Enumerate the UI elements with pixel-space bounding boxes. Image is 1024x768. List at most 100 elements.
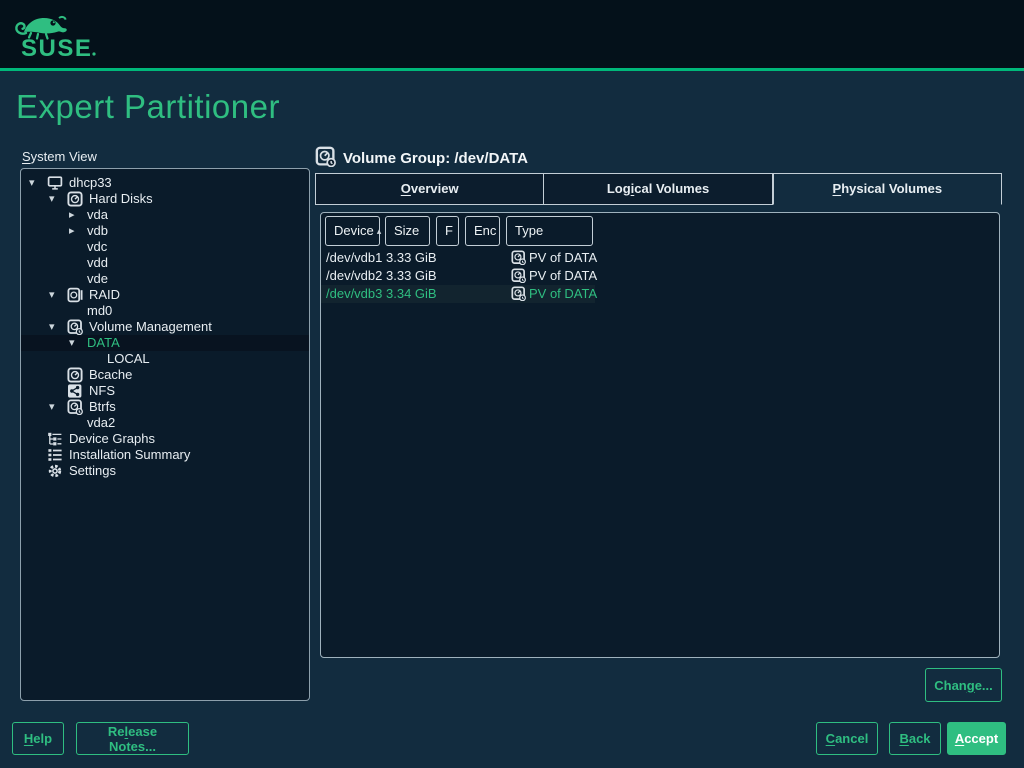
cell-size: 3.33 GiB (386, 267, 437, 285)
tree-item-vde[interactable]: vde (21, 271, 309, 287)
tree-item-label: Btrfs (89, 399, 116, 415)
tab-label: Physical Volumes (833, 181, 943, 196)
system-view-label: System View (22, 149, 97, 164)
chevron-down-icon[interactable]: ▾ (69, 335, 87, 351)
tree-item-vdd[interactable]: vdd (21, 255, 309, 271)
chevron-down-icon[interactable]: ▾ (29, 175, 47, 191)
tree-item-vda[interactable]: ▸vda (21, 207, 309, 223)
expert-partitioner-window: SUSE Expert Partitioner System View ▾dhc… (0, 0, 1024, 768)
tab-overview[interactable]: Overview (315, 173, 544, 205)
tree-item-label: Bcache (89, 367, 132, 383)
tree-item-label: DATA (87, 335, 120, 351)
table-row-dev-vdb3[interactable]: /dev/vdb33.34 GiB PV of DATA (321, 285, 595, 303)
tree-item-device-graphs[interactable]: Device Graphs (21, 431, 309, 447)
tree-item-settings[interactable]: Settings (21, 463, 309, 479)
computer-icon (47, 175, 69, 191)
release-notes-button[interactable]: Release Notes... (76, 722, 189, 755)
raid-icon (67, 287, 89, 303)
tree-item-label: vda (87, 207, 108, 223)
column-header-type[interactable]: Type (506, 216, 593, 246)
sort-ascending-icon: ▴ (377, 226, 382, 236)
help-button[interactable]: Help (12, 722, 64, 755)
physical-volumes-table: Device▴SizeFEncType /dev/vdb13.33 GiB PV … (320, 212, 1000, 658)
tree-item-md0[interactable]: md0 (21, 303, 309, 319)
tree-item-vdc[interactable]: vdc (21, 239, 309, 255)
accept-button[interactable]: Accept (947, 722, 1006, 755)
chevron-right-icon[interactable]: ▸ (69, 223, 87, 239)
column-header-f[interactable]: F (436, 216, 459, 246)
cancel-button[interactable]: Cancel (816, 722, 878, 755)
tree-item-label: Installation Summary (69, 447, 190, 463)
tree-item-installation-summary[interactable]: Installation Summary (21, 447, 309, 463)
tab-label: Logical Volumes (607, 181, 709, 196)
tree-item-label: vda2 (87, 415, 115, 431)
tree-item-label: dhcp33 (69, 175, 112, 191)
tab-physical-volumes[interactable]: Physical Volumes (773, 173, 1002, 205)
back-button[interactable]: Back (889, 722, 941, 755)
chevron-right-icon[interactable]: ▸ (69, 207, 87, 223)
tab-label: Overview (401, 181, 459, 196)
tab-logical-volumes[interactable]: Logical Volumes (544, 173, 772, 205)
lvm-icon (67, 319, 89, 335)
tree-item-local[interactable]: LOCAL (21, 351, 309, 367)
top-banner: SUSE (0, 0, 1024, 68)
change-button[interactable]: Change... (925, 668, 1002, 702)
tab-bar: Overview Logical Volumes Physical Volumes (315, 173, 1002, 205)
chevron-down-icon[interactable]: ▾ (49, 191, 67, 207)
tree-item-label: vdc (87, 239, 107, 255)
lvm-icon (511, 286, 526, 306)
tree-item-dhcp33[interactable]: ▾ dhcp33 (21, 175, 309, 191)
page-title: Expert Partitioner (16, 88, 280, 126)
table-body: /dev/vdb13.33 GiB PV of DATA/dev/vdb23.33… (321, 249, 999, 303)
suse-logo: SUSE (12, 8, 108, 62)
tree-item-label: Device Graphs (69, 431, 155, 447)
tree-item-label: LOCAL (107, 351, 150, 367)
column-header-enc[interactable]: Enc (465, 216, 500, 246)
tree-item-label: RAID (89, 287, 120, 303)
tree-item-volume-management[interactable]: ▾ Volume Management (21, 319, 309, 335)
table-row-dev-vdb2[interactable]: /dev/vdb23.33 GiB PV of DATA (321, 267, 595, 285)
table-header: Device▴SizeFEncType (321, 213, 999, 249)
chevron-down-icon[interactable]: ▾ (49, 287, 67, 303)
tree-item-label: vdb (87, 223, 108, 239)
lvm-icon (315, 146, 336, 170)
tree-item-label: vdd (87, 255, 108, 271)
disk-icon (67, 191, 89, 207)
tree-item-label: md0 (87, 303, 112, 319)
table-row-dev-vdb1[interactable]: /dev/vdb13.33 GiB PV of DATA (321, 249, 595, 267)
cell-device: /dev/vdb3 (326, 285, 382, 303)
cell-device: /dev/vdb2 (326, 267, 382, 285)
tree-item-label: Hard Disks (89, 191, 153, 207)
panel-title: Volume Group: /dev/DATA (343, 150, 528, 167)
tree-item-vdb[interactable]: ▸vdb (21, 223, 309, 239)
tree-item-label: vde (87, 271, 108, 287)
tree-item-hard-disks[interactable]: ▾ Hard Disks (21, 191, 309, 207)
cell-size: 3.34 GiB (386, 285, 437, 303)
tree-item-vda2[interactable]: vda2 (21, 415, 309, 431)
cell-size: 3.33 GiB (386, 249, 437, 267)
chevron-down-icon[interactable]: ▾ (49, 319, 67, 335)
disk-icon (67, 367, 89, 383)
nfs-icon (67, 383, 89, 399)
tree-item-bcache[interactable]: Bcache (21, 367, 309, 383)
tree-item-data[interactable]: ▾DATA (21, 335, 309, 351)
panel-header: Volume Group: /dev/DATA (315, 146, 528, 170)
suse-wordmark: SUSE (21, 35, 92, 62)
cell-device: /dev/vdb1 (326, 249, 382, 267)
brand-divider (0, 68, 1024, 71)
chevron-down-icon[interactable]: ▾ (49, 399, 67, 415)
tree-item-raid[interactable]: ▾ RAID (21, 287, 309, 303)
graph-icon (47, 431, 69, 447)
tree-item-btrfs[interactable]: ▾ Btrfs (21, 399, 309, 415)
summary-icon (47, 447, 69, 463)
cell-type: PV of DATA (529, 267, 597, 285)
cell-type: PV of DATA (529, 249, 597, 267)
lvm-icon (67, 399, 89, 415)
tree-item-label: Volume Management (89, 319, 212, 335)
tree-item-label: Settings (69, 463, 116, 479)
cell-type: PV of DATA (529, 285, 597, 303)
column-header-size[interactable]: Size (385, 216, 430, 246)
tree-item-label: NFS (89, 383, 115, 399)
column-header-device[interactable]: Device▴ (325, 216, 380, 246)
tree-item-nfs[interactable]: NFS (21, 383, 309, 399)
